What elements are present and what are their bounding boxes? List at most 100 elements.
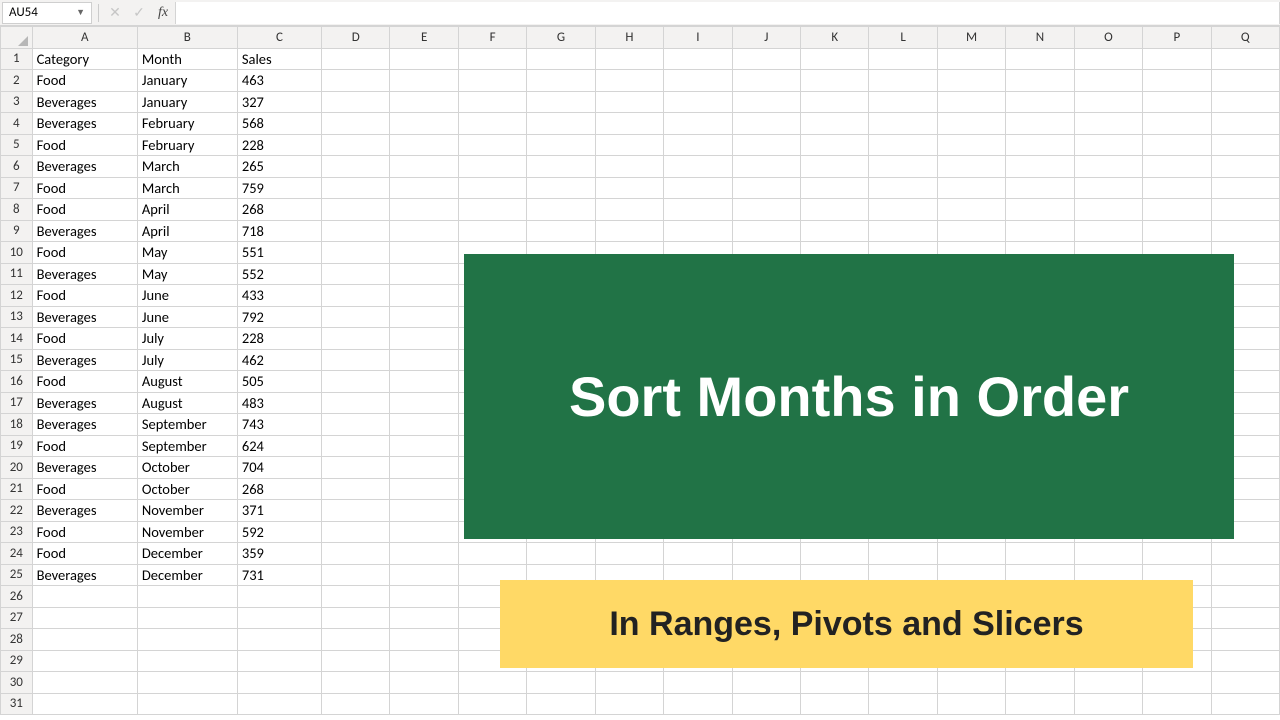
cell[interactable] [1143,199,1211,221]
cell[interactable] [664,543,732,565]
cell[interactable] [322,500,390,522]
row-header[interactable]: 14 [1,328,33,350]
cell[interactable] [869,672,937,694]
cell[interactable] [937,672,1005,694]
cell[interactable] [1006,70,1074,92]
cell[interactable] [322,220,390,242]
cell[interactable] [1211,672,1279,694]
cell[interactable] [664,134,732,156]
cell[interactable]: 505 [237,371,321,393]
cell[interactable] [527,543,595,565]
column-header-l[interactable]: L [869,27,937,49]
cell[interactable]: 463 [237,70,321,92]
cell[interactable] [664,672,732,694]
cell[interactable] [322,543,390,565]
cell[interactable] [1143,672,1211,694]
cell[interactable]: Food [32,521,137,543]
cell[interactable] [1211,564,1279,586]
cell[interactable] [1143,156,1211,178]
cell[interactable] [1211,693,1279,715]
cell[interactable] [322,564,390,586]
cell[interactable] [237,672,321,694]
cell[interactable]: 462 [237,349,321,371]
cell[interactable]: November [137,521,237,543]
cell[interactable] [801,199,869,221]
cell[interactable] [322,650,390,672]
cell[interactable]: 568 [237,113,321,135]
cell[interactable]: 624 [237,435,321,457]
cell[interactable] [937,156,1005,178]
cell[interactable] [390,607,458,629]
cell[interactable]: Beverages [32,500,137,522]
cell[interactable] [322,242,390,264]
cell[interactable]: April [137,199,237,221]
chevron-down-icon[interactable]: ▼ [76,7,85,18]
column-header-c[interactable]: C [237,27,321,49]
cell[interactable]: Food [32,543,137,565]
cell[interactable] [732,113,800,135]
cell[interactable]: Beverages [32,349,137,371]
row-header[interactable]: 31 [1,693,33,715]
cell[interactable] [664,693,732,715]
cell[interactable]: 268 [237,199,321,221]
cell[interactable] [801,177,869,199]
cell[interactable] [1211,650,1279,672]
cell[interactable] [595,48,663,70]
cell[interactable] [32,693,137,715]
cell[interactable] [937,70,1005,92]
row-header[interactable]: 13 [1,306,33,328]
cell[interactable] [237,607,321,629]
cell[interactable] [1143,220,1211,242]
cell[interactable] [1006,156,1074,178]
cell[interactable]: January [137,70,237,92]
cell[interactable] [1211,113,1279,135]
cell[interactable] [527,91,595,113]
row-header[interactable]: 8 [1,199,33,221]
cell[interactable] [137,629,237,651]
cell[interactable] [322,607,390,629]
cell[interactable] [458,693,526,715]
cell[interactable] [732,134,800,156]
cell[interactable] [1074,220,1142,242]
cell[interactable]: Month [137,48,237,70]
cell[interactable]: Beverages [32,220,137,242]
cell[interactable] [458,672,526,694]
cell[interactable] [390,285,458,307]
cell[interactable] [137,672,237,694]
cell[interactable] [527,220,595,242]
row-header[interactable]: 28 [1,629,33,651]
cell[interactable]: Beverages [32,156,137,178]
cell[interactable] [1074,199,1142,221]
cell[interactable] [595,156,663,178]
row-header[interactable]: 23 [1,521,33,543]
name-box[interactable]: AU54 ▼ [2,2,92,24]
cell[interactable] [32,586,137,608]
cell[interactable]: August [137,371,237,393]
cell[interactable]: 371 [237,500,321,522]
cell[interactable] [458,70,526,92]
cell[interactable] [390,328,458,350]
cell[interactable] [458,177,526,199]
cell[interactable] [732,156,800,178]
cell[interactable] [390,371,458,393]
column-header-e[interactable]: E [390,27,458,49]
cell[interactable] [595,199,663,221]
row-header[interactable]: 4 [1,113,33,135]
cell[interactable] [322,457,390,479]
cell[interactable] [732,70,800,92]
cell[interactable] [458,543,526,565]
row-header[interactable]: 18 [1,414,33,436]
cell[interactable]: 268 [237,478,321,500]
cell[interactable] [869,91,937,113]
cell[interactable] [390,48,458,70]
cell[interactable]: Food [32,435,137,457]
cell[interactable]: 731 [237,564,321,586]
cell[interactable] [390,349,458,371]
cell[interactable]: Beverages [32,564,137,586]
cell[interactable] [390,242,458,264]
column-header-q[interactable]: Q [1211,27,1279,49]
cell[interactable] [1006,220,1074,242]
cell[interactable]: June [137,306,237,328]
cell[interactable] [869,48,937,70]
cell[interactable] [801,220,869,242]
